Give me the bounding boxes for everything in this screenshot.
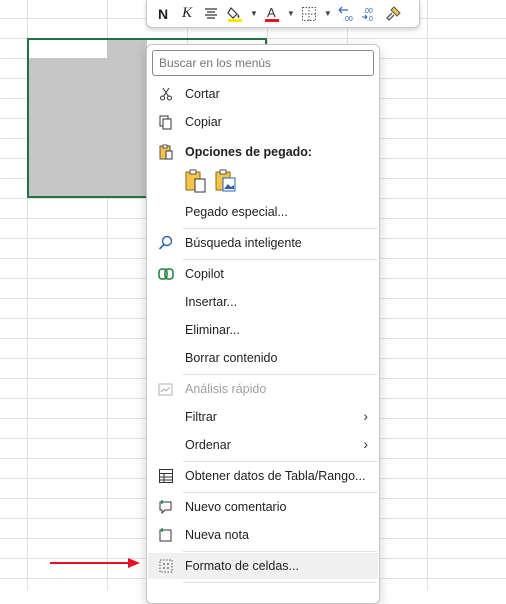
decrease-decimal-icon[interactable]: .00 [336,3,356,25]
menu-item-get-data[interactable]: Obtener datos de Tabla/Rango... [148,463,378,489]
menu-item-sort[interactable]: Ordenar › [148,432,378,458]
comment-icon [157,498,175,516]
menu-item-format-cells[interactable]: Formato de celdas... [148,553,378,579]
menu-item-delete[interactable]: Eliminar... [148,317,378,343]
quick-analysis-icon [157,380,175,398]
bold-icon[interactable]: N [153,3,173,25]
menu-divider [183,374,377,375]
menu-item-paste-special[interactable]: Pegado especial... [148,199,378,225]
chevron-down-icon[interactable]: ▼ [324,9,332,18]
search-icon [157,234,175,252]
menu-item-copy[interactable]: Copiar [148,109,378,135]
copy-icon [157,113,175,131]
format-cells-icon [157,557,175,575]
borders-icon[interactable] [299,3,319,25]
note-icon [157,526,175,544]
menu-divider [183,582,377,583]
menu-item-new-note[interactable]: Nueva nota [148,522,378,548]
menu-item-cut[interactable]: Cortar [148,81,378,107]
svg-text:.00: .00 [363,8,373,15]
menu-item-copilot[interactable]: Copilot [148,261,378,287]
chevron-down-icon[interactable]: ▼ [250,9,258,18]
fill-color-icon[interactable] [225,3,245,25]
table-icon [157,467,175,485]
paste-icon[interactable] [185,169,207,198]
menu-search-input[interactable] [152,50,374,76]
paste-options-row [183,167,243,197]
menu-item-smart-lookup[interactable]: Búsqueda inteligente [148,230,378,256]
scissors-icon [157,85,175,103]
svg-text:.0: .0 [367,16,373,23]
mini-toolbar: N K ▼ A ▼ ▼ .00 .00.0 [146,0,420,28]
svg-text:.00: .00 [343,16,353,23]
menu-item-filter[interactable]: Filtrar › [148,404,378,430]
menu-divider [183,492,377,493]
menu-item-new-comment[interactable]: Nuevo comentario [148,494,378,520]
copilot-icon [157,265,175,283]
menu-divider [183,259,377,260]
chevron-right-icon: › [363,436,368,452]
paste-icon [157,143,175,161]
font-color-icon[interactable]: A [262,3,282,25]
italic-icon[interactable]: K [177,3,197,25]
format-painter-icon[interactable] [384,3,404,25]
chevron-down-icon[interactable]: ▼ [287,9,295,18]
context-menu: Cortar Copiar Opciones de pegado: Pegado… [146,44,380,604]
menu-divider [183,228,377,229]
align-icon[interactable] [201,3,221,25]
menu-item-quick-analysis: Análisis rápido [148,376,378,402]
annotation-arrow-icon [50,558,140,568]
increase-decimal-icon[interactable]: .00.0 [360,3,380,25]
menu-item-clear-contents[interactable]: Borrar contenido [148,345,378,371]
paste-picture-icon[interactable] [215,169,237,198]
menu-divider [183,551,377,552]
chevron-right-icon: › [363,408,368,424]
menu-item-paste-options: Opciones de pegado: [148,139,378,165]
menu-divider [183,461,377,462]
svg-text:A: A [267,5,276,20]
menu-item-insert[interactable]: Insertar... [148,289,378,315]
